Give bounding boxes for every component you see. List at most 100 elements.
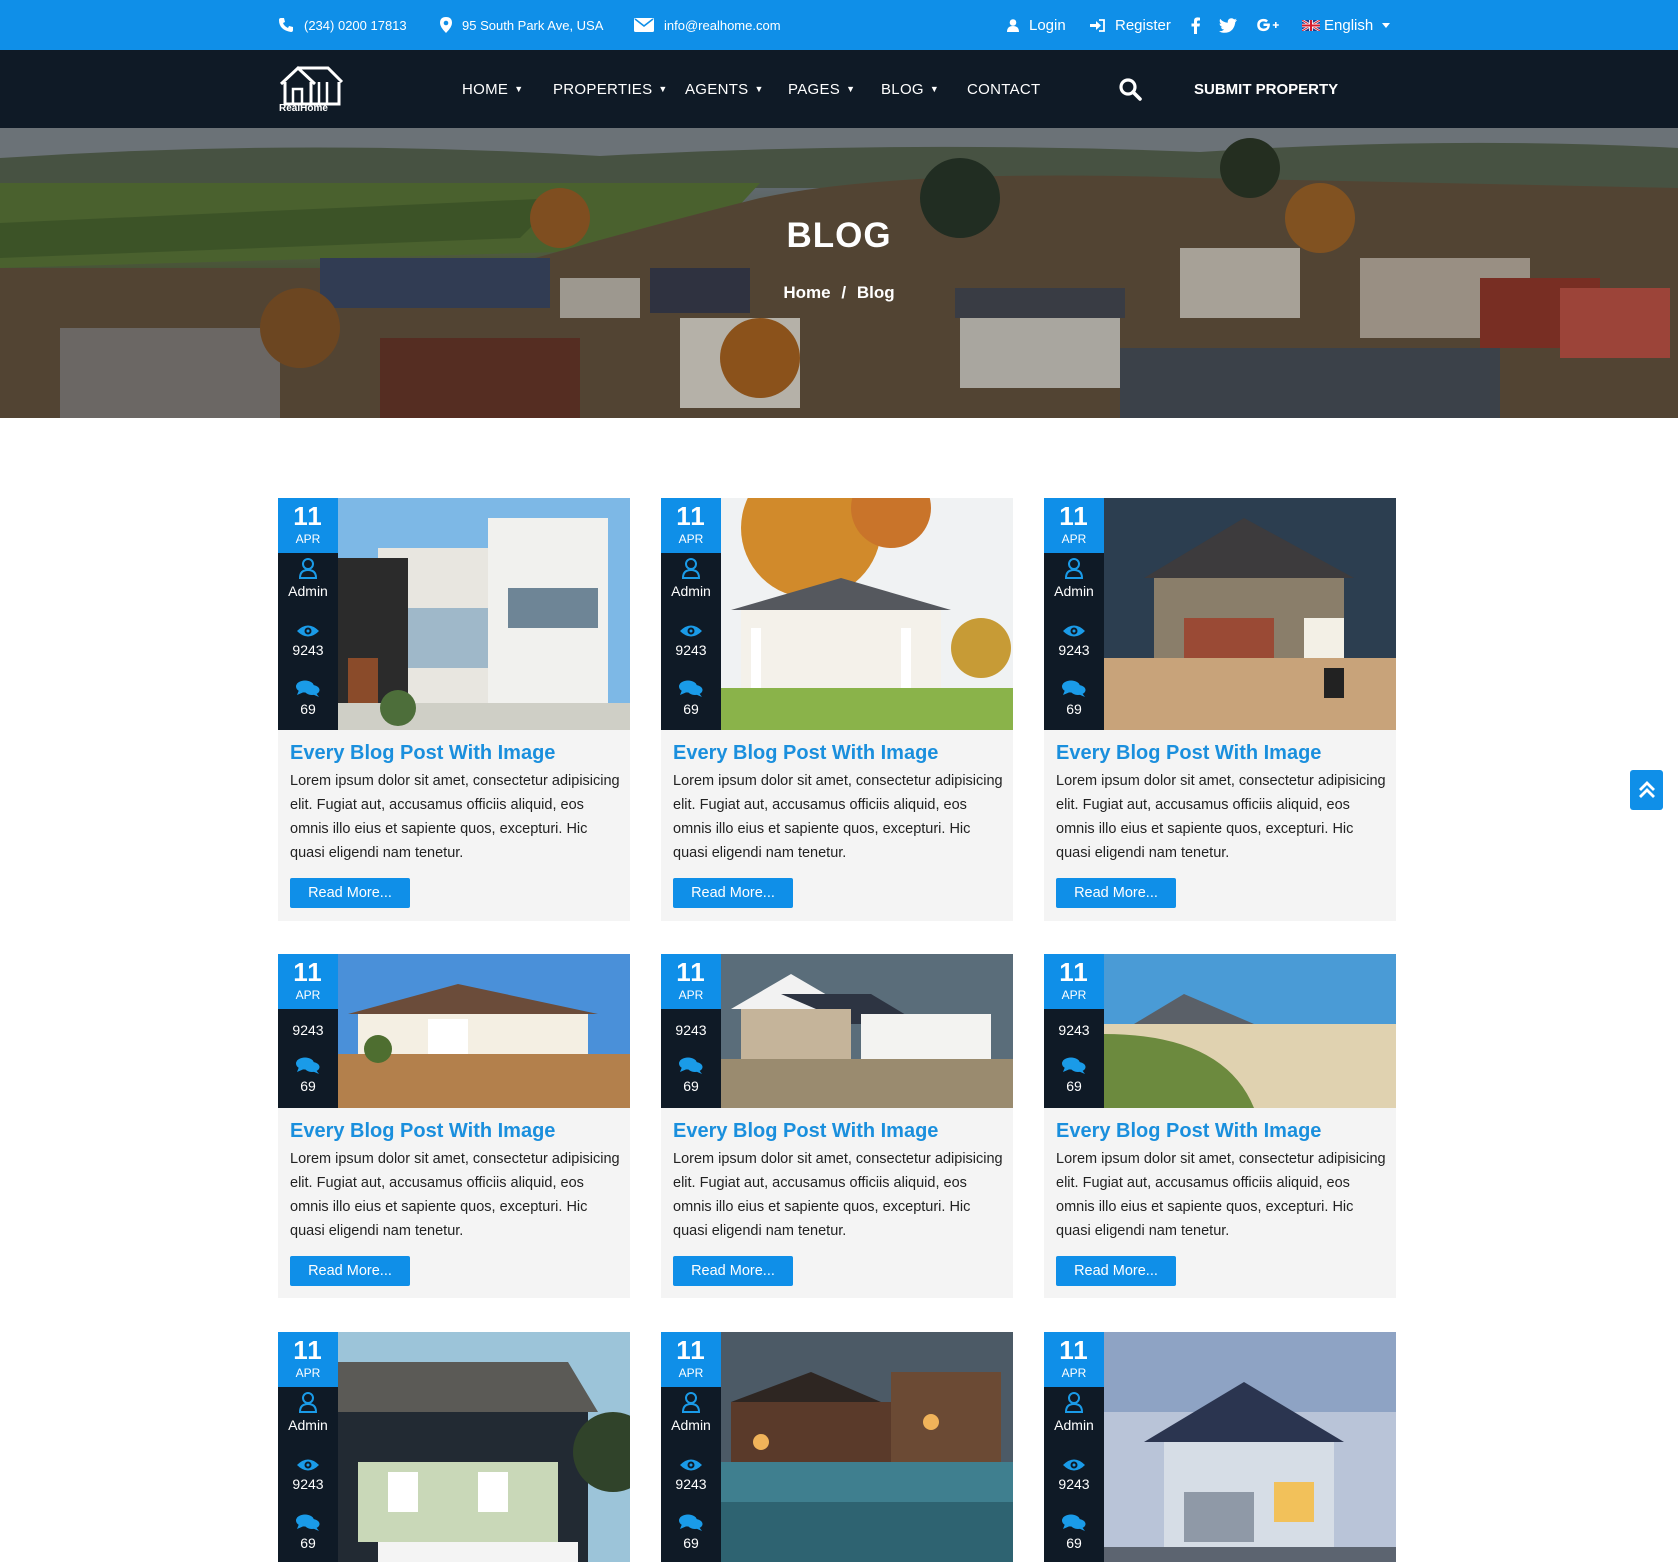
user-icon [1065, 558, 1083, 579]
breadcrumb-home[interactable]: Home [783, 283, 830, 302]
brand-name: RealHome [279, 103, 328, 114]
post-comments: 69 [278, 1057, 338, 1094]
post-views-count: 9243 [675, 1022, 707, 1038]
read-more-button[interactable]: Read More... [673, 878, 793, 908]
eye-icon [680, 625, 702, 637]
post-author: Admin [661, 558, 721, 599]
user-icon [299, 1392, 317, 1413]
google-plus-link[interactable] [1256, 0, 1290, 50]
post-title[interactable]: Every Blog Post With Image [1056, 1120, 1321, 1143]
user-icon [1007, 18, 1019, 32]
post-author: Admin [661, 1392, 721, 1433]
post-date: 11 APR [661, 498, 721, 553]
submit-property-button[interactable]: SUBMIT PROPERTY [1194, 50, 1338, 128]
read-more-button[interactable]: Read More... [1056, 1256, 1176, 1286]
login-link[interactable]: Login [1007, 0, 1066, 50]
post-comments: 69 [1044, 680, 1104, 717]
post-day: 11 [676, 501, 706, 531]
blog-card: 11 APR Admin 9243 69 [1044, 1332, 1396, 1562]
comments-icon [296, 680, 320, 697]
post-meta-sidebar: 11 APR Admin 9243 69 [661, 498, 721, 730]
user-icon [682, 558, 700, 579]
post-day: 11 [1059, 957, 1089, 987]
read-more-button[interactable]: Read More... [290, 878, 410, 908]
post-title[interactable]: Every Blog Post With Image [673, 1120, 938, 1143]
post-views: 9243 [1044, 624, 1104, 658]
phone-icon [279, 18, 293, 32]
comments-icon [296, 1514, 320, 1531]
post-meta-sidebar: 11 APR Admin 9243 69 [1044, 1332, 1104, 1562]
nav-home-label: HOME [462, 80, 509, 98]
language-selector[interactable]: English [1302, 0, 1400, 50]
map-marker-icon [440, 17, 452, 33]
post-date: 11 APR [1044, 1332, 1104, 1387]
twitter-link[interactable] [1219, 0, 1247, 50]
facebook-link[interactable] [1191, 0, 1210, 50]
comments-icon [296, 1057, 320, 1074]
comments-icon [679, 1514, 703, 1531]
blog-thumbnail[interactable] [721, 1332, 1013, 1562]
post-author: Admin [1044, 558, 1104, 599]
blog-thumbnail[interactable] [1104, 1332, 1396, 1562]
post-month: APR [295, 532, 321, 546]
post-title[interactable]: Every Blog Post With Image [673, 742, 938, 765]
nav-pages-label: PAGES [788, 80, 841, 98]
post-title[interactable]: Every Blog Post With Image [290, 1120, 555, 1143]
post-title[interactable]: Every Blog Post With Image [290, 742, 555, 765]
post-date: 11 APR [278, 498, 338, 553]
blog-card: 11 APR 9243 69 Every Blog Post With Imag… [1044, 954, 1396, 1298]
post-meta-sidebar: 11 APR Admin 9243 69 [661, 1332, 721, 1562]
post-views: 9243 [278, 624, 338, 658]
nav-blog-label: BLOG [881, 80, 924, 98]
blog-thumbnail[interactable] [338, 954, 630, 1108]
post-meta-sidebar: 11 APR Admin 9243 69 [278, 1332, 338, 1562]
blog-thumbnail[interactable] [1104, 954, 1396, 1108]
blog-card: 11 APR Admin 9243 69 Every Blog Post Wit… [1044, 498, 1396, 921]
post-views-count: 9243 [292, 1476, 324, 1492]
post-title[interactable]: Every Blog Post With Image [1056, 742, 1321, 765]
breadcrumb-current: Blog [856, 283, 895, 302]
post-views-count: 9243 [1058, 1022, 1090, 1038]
envelope-icon [634, 18, 654, 32]
read-more-button[interactable]: Read More... [290, 1256, 410, 1286]
contact-email[interactable]: info@realhome.com [634, 0, 781, 50]
post-date: 11 APR [661, 954, 721, 1009]
blog-thumbnail[interactable] [338, 498, 630, 730]
post-author-name: Admin [288, 1417, 328, 1433]
post-day: 11 [293, 957, 323, 987]
page-title: BLOG [786, 216, 892, 255]
email-text: info@realhome.com [664, 17, 781, 33]
blog-thumbnail[interactable] [338, 1332, 630, 1562]
post-comments-count: 69 [1066, 701, 1082, 717]
post-views-count: 9243 [1058, 1476, 1090, 1492]
read-more-button[interactable]: Read More... [673, 1256, 793, 1286]
scroll-to-top-button[interactable] [1630, 770, 1663, 810]
nav-home[interactable]: HOME ▼ [462, 50, 523, 128]
google-plus-icon [1257, 18, 1279, 32]
blog-thumbnail[interactable] [721, 498, 1013, 730]
post-views: 9243 [278, 1012, 338, 1038]
read-more-button[interactable]: Read More... [1056, 878, 1176, 908]
blog-thumbnail[interactable] [721, 954, 1013, 1108]
post-day: 11 [293, 1335, 323, 1365]
post-date: 11 APR [1044, 498, 1104, 553]
user-icon [299, 558, 317, 579]
post-excerpt: Lorem ipsum dolor sit amet, consectetur … [673, 773, 1003, 861]
nav-properties[interactable]: PROPERTIES ▼ [553, 50, 668, 128]
nav-pages[interactable]: PAGES ▼ [788, 50, 855, 128]
search-icon[interactable] [1118, 77, 1142, 101]
top-bar: (234) 0200 17813 95 South Park Ave, USA … [0, 0, 1678, 50]
post-author: Admin [278, 558, 338, 599]
nav-properties-label: PROPERTIES [553, 80, 653, 98]
login-label: Login [1029, 16, 1066, 34]
blog-card: 11 APR Admin 9243 69 [278, 1332, 630, 1562]
twitter-icon [1219, 17, 1237, 33]
register-link[interactable]: Register [1090, 0, 1171, 50]
nav-blog[interactable]: BLOG ▼ [881, 50, 939, 128]
post-views-count: 9243 [292, 1022, 324, 1038]
nav-agents[interactable]: AGENTS ▼ [685, 50, 764, 128]
post-date: 11 APR [661, 1332, 721, 1387]
post-meta-sidebar: 11 APR Admin 9243 69 [278, 498, 338, 730]
blog-thumbnail[interactable] [1104, 498, 1396, 730]
nav-contact[interactable]: CONTACT [967, 50, 1040, 128]
